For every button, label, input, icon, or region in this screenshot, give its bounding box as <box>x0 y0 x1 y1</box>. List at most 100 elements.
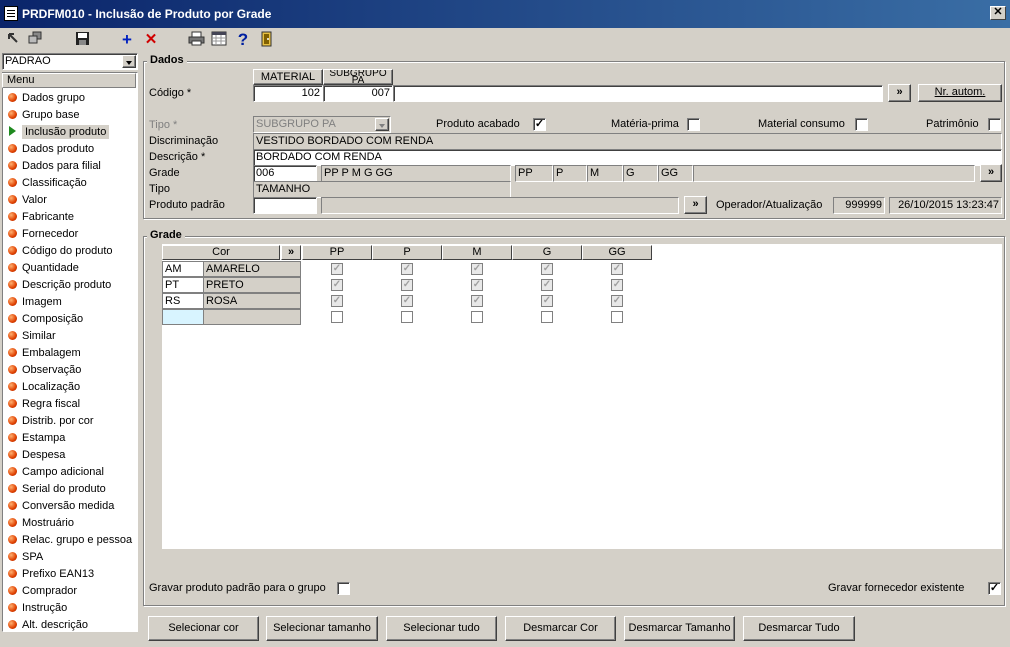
profile-dropdown-button[interactable] <box>122 55 136 68</box>
materia-prima-checkbox[interactable] <box>687 118 700 131</box>
grid-cor-name-cell <box>203 309 301 325</box>
patrimonio-checkbox[interactable] <box>988 118 1001 131</box>
calendar-icon[interactable] <box>210 31 228 49</box>
bullet-dot-icon <box>8 399 17 408</box>
grid-cor-code-cell[interactable]: AM <box>162 261 204 277</box>
nav-back-icon[interactable] <box>4 31 22 49</box>
sidebar-item[interactable]: Localização <box>8 379 80 395</box>
desmarcar-tudo-button[interactable]: Desmarcar Tudo <box>743 616 855 641</box>
grid-size-checkbox[interactable]: ✓ <box>541 279 553 291</box>
help-icon[interactable]: ? <box>234 31 252 49</box>
sidebar-item[interactable]: SPA <box>8 549 43 565</box>
grade-sizes-filler <box>693 165 975 182</box>
selecionar-tamanho-button[interactable]: Selecionar tamanho <box>266 616 378 641</box>
grid-size-checkbox[interactable]: ✓ <box>541 263 553 275</box>
sidebar-item[interactable]: Alt. descrição <box>8 617 88 633</box>
codigo-material-input[interactable]: 102 <box>253 85 323 102</box>
sidebar-item[interactable]: Código do produto <box>8 243 113 259</box>
sidebar-item[interactable]: Dados produto <box>8 141 94 157</box>
grid-size-checkbox[interactable]: ✓ <box>471 279 483 291</box>
produto-acabado-checkbox[interactable]: ✓ <box>533 118 546 131</box>
desmarcar-tamanho-button[interactable]: Desmarcar Tamanho <box>624 616 735 641</box>
sidebar-item[interactable]: Composição <box>8 311 83 327</box>
tipo-select[interactable]: SUBGRUPO PA <box>253 116 391 133</box>
codigo-extra-input[interactable] <box>393 85 883 102</box>
produto-padrao-input[interactable] <box>253 197 317 214</box>
sidebar-item[interactable]: Campo adicional <box>8 464 104 480</box>
bullet-dot-icon <box>8 110 17 119</box>
sidebar-item[interactable]: Instrução <box>8 600 67 616</box>
sidebar-item[interactable]: Distrib. por cor <box>8 413 94 429</box>
save-icon[interactable] <box>73 31 91 49</box>
delete-icon[interactable]: ✕ <box>142 31 160 49</box>
sidebar-item[interactable]: Grupo base <box>8 107 79 123</box>
descricao-input[interactable]: BORDADO COM RENDA <box>253 149 1002 166</box>
sidebar-item[interactable]: Inclusão produto <box>8 124 110 140</box>
grid-size-checkbox[interactable] <box>541 311 553 323</box>
sidebar-item[interactable]: Estampa <box>8 430 65 446</box>
print-icon[interactable] <box>187 31 205 49</box>
sidebar-item[interactable]: Valor <box>8 192 47 208</box>
grid-cor-code-cell[interactable]: PT <box>162 277 204 293</box>
grid-size-checkbox[interactable] <box>611 311 623 323</box>
sidebar-item[interactable]: Fabricante <box>8 209 74 225</box>
exit-door-icon[interactable] <box>257 31 275 49</box>
desmarcar-cor-button[interactable]: Desmarcar Cor <box>505 616 616 641</box>
sidebar-item[interactable]: Fornecedor <box>8 226 78 242</box>
play-arrow-icon <box>9 126 16 136</box>
grid-size-checkbox[interactable]: ✓ <box>611 295 623 307</box>
grade-code-input[interactable]: 006 <box>253 165 317 182</box>
sidebar-item[interactable]: Conversão medida <box>8 498 114 514</box>
tipo-dropdown-button[interactable] <box>375 118 389 131</box>
grid-cor-name-cell: ROSA <box>203 293 301 309</box>
sidebar-item[interactable]: Relac. grupo e pessoa <box>8 532 132 548</box>
sidebar-item[interactable]: Serial do produto <box>8 481 106 497</box>
sidebar-item[interactable]: Dados grupo <box>8 90 85 106</box>
grid-size-checkbox[interactable]: ✓ <box>331 263 343 275</box>
selecionar-tudo-button[interactable]: Selecionar tudo <box>386 616 497 641</box>
codigo-expand-button[interactable]: » <box>888 84 911 102</box>
sidebar-item[interactable]: Classificação <box>8 175 87 191</box>
sidebar-item[interactable]: Mostruário <box>8 515 74 531</box>
gravar-padrao-checkbox[interactable] <box>337 582 350 595</box>
sidebar-item[interactable]: Similar <box>8 328 56 344</box>
add-icon[interactable]: + <box>118 31 136 49</box>
sidebar-item[interactable]: Quantidade <box>8 260 79 276</box>
grid-cor-expand-button[interactable]: » <box>281 245 301 260</box>
grid-cor-code-cell[interactable]: RS <box>162 293 204 309</box>
nav-multi-icon[interactable] <box>26 31 44 49</box>
produto-padrao-expand-button[interactable]: » <box>684 196 707 214</box>
sidebar-item[interactable]: Dados para filial <box>8 158 101 174</box>
grid-size-checkbox[interactable]: ✓ <box>611 263 623 275</box>
sidebar-item[interactable]: Embalagem <box>8 345 81 361</box>
col-header-subgrupo: SUBGRUPO PA <box>323 69 393 85</box>
sidebar-item[interactable]: Despesa <box>8 447 65 463</box>
selecionar-cor-button[interactable]: Selecionar cor <box>148 616 259 641</box>
grid-size-checkbox[interactable] <box>331 311 343 323</box>
material-consumo-checkbox[interactable] <box>855 118 868 131</box>
sidebar-item[interactable]: Observação <box>8 362 81 378</box>
close-window-button[interactable]: ✕ <box>990 6 1006 20</box>
sidebar-item[interactable]: Regra fiscal <box>8 396 80 412</box>
grid-size-checkbox[interactable]: ✓ <box>471 263 483 275</box>
profile-select[interactable]: PADRAO <box>2 53 138 70</box>
grid-size-checkbox[interactable]: ✓ <box>401 279 413 291</box>
grade-expand-button[interactable]: » <box>980 164 1002 182</box>
codigo-subgrupo-input[interactable]: 007 <box>323 85 393 102</box>
grid-size-checkbox[interactable] <box>401 311 413 323</box>
sidebar-item[interactable]: Imagem <box>8 294 62 310</box>
grid-cor-code-cell[interactable] <box>162 309 204 325</box>
sidebar-item[interactable]: Descrição produto <box>8 277 111 293</box>
grid-size-checkbox[interactable] <box>471 311 483 323</box>
grid-size-checkbox[interactable]: ✓ <box>611 279 623 291</box>
grid-size-checkbox[interactable]: ✓ <box>401 263 413 275</box>
gravar-fornecedor-checkbox[interactable]: ✓ <box>988 582 1001 595</box>
grid-size-checkbox[interactable]: ✓ <box>331 279 343 291</box>
grid-size-checkbox[interactable]: ✓ <box>471 295 483 307</box>
grid-size-checkbox[interactable]: ✓ <box>401 295 413 307</box>
sidebar-item[interactable]: Comprador <box>8 583 77 599</box>
grid-size-checkbox[interactable]: ✓ <box>541 295 553 307</box>
grid-size-checkbox[interactable]: ✓ <box>331 295 343 307</box>
sidebar-item[interactable]: Prefixo EAN13 <box>8 566 94 582</box>
nr-autom-button[interactable]: Nr. autom. <box>918 84 1002 102</box>
